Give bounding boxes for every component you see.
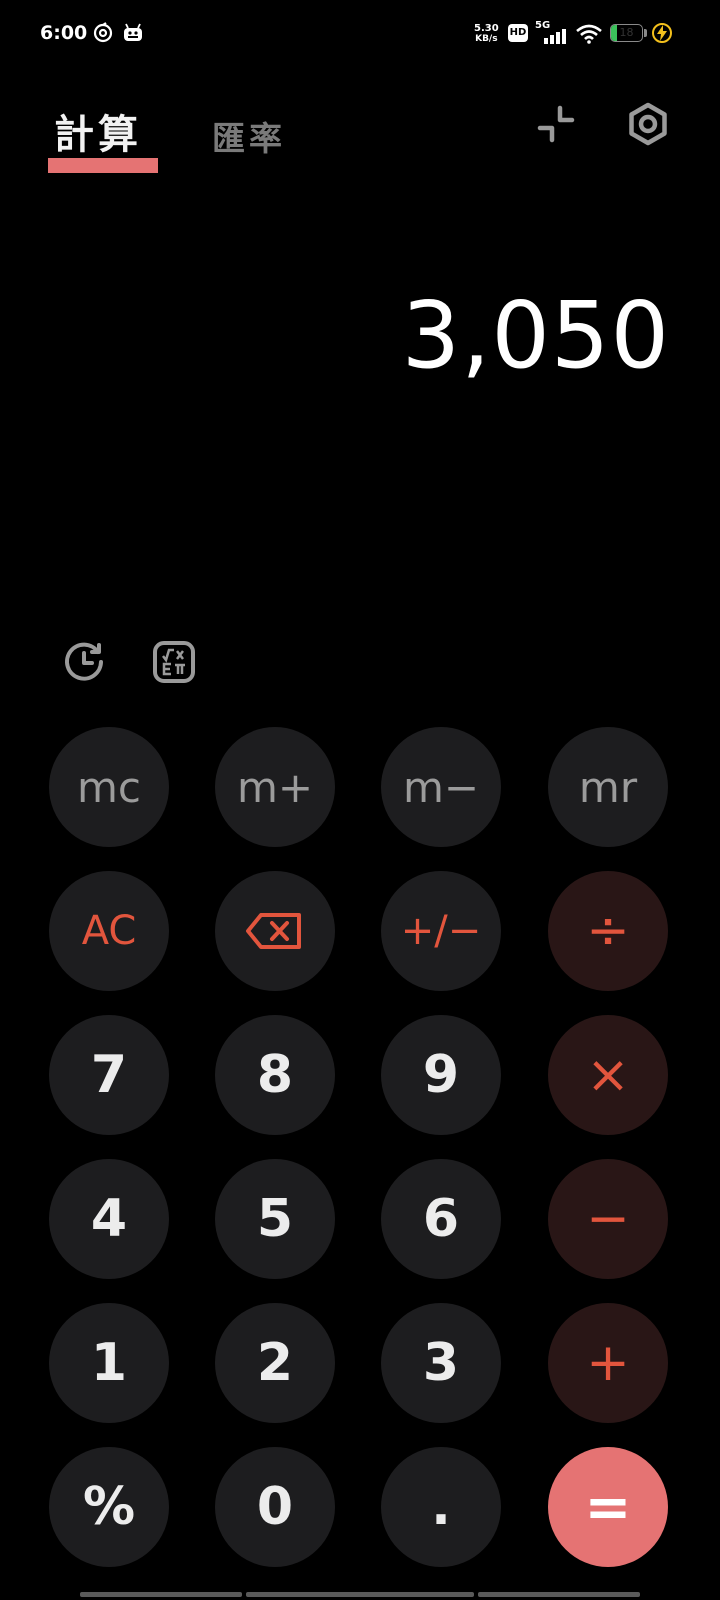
digit-1-button[interactable]: 1 bbox=[49, 1303, 169, 1423]
digit-9-button[interactable]: 9 bbox=[381, 1015, 501, 1135]
battery-level: 18 bbox=[619, 26, 634, 39]
digit-7-button[interactable]: 7 bbox=[49, 1015, 169, 1135]
android-icon bbox=[124, 23, 142, 41]
history-icon[interactable] bbox=[62, 640, 106, 684]
battery-icon: 18 bbox=[610, 24, 643, 42]
home-indicator bbox=[478, 1592, 640, 1597]
active-tab-indicator bbox=[48, 158, 158, 173]
digit-0-button[interactable]: 0 bbox=[215, 1447, 335, 1567]
network-speed-value: 5.30 bbox=[474, 23, 499, 34]
plus-button[interactable]: + bbox=[548, 1303, 668, 1423]
hotspot-icon bbox=[93, 22, 113, 43]
home-indicator bbox=[80, 1592, 242, 1597]
all-clear-button[interactable]: AC bbox=[49, 871, 169, 991]
m-minus-button[interactable]: m− bbox=[381, 727, 501, 847]
home-indicator bbox=[246, 1592, 474, 1597]
result-display: 3,050 bbox=[401, 282, 670, 389]
minus-button[interactable]: − bbox=[548, 1159, 668, 1279]
plus-minus-button[interactable]: +/− bbox=[381, 871, 501, 991]
divide-button[interactable]: ÷ bbox=[548, 871, 668, 991]
multiply-button[interactable]: × bbox=[548, 1015, 668, 1135]
signal-icon bbox=[544, 29, 566, 44]
charging-icon bbox=[652, 23, 672, 43]
backspace-icon bbox=[246, 913, 301, 949]
digit-5-button[interactable]: 5 bbox=[215, 1159, 335, 1279]
digit-6-button[interactable]: 6 bbox=[381, 1159, 501, 1279]
mc-button[interactable]: mc bbox=[49, 727, 169, 847]
decimal-button[interactable]: . bbox=[381, 1447, 501, 1567]
network-speed: 5.30 KB/s bbox=[474, 23, 499, 45]
mr-button[interactable]: mr bbox=[548, 727, 668, 847]
digit-4-button[interactable]: 4 bbox=[49, 1159, 169, 1279]
digit-8-button[interactable]: 8 bbox=[215, 1015, 335, 1135]
digit-3-button[interactable]: 3 bbox=[381, 1303, 501, 1423]
percent-button[interactable]: % bbox=[49, 1447, 169, 1567]
m-plus-button[interactable]: m+ bbox=[215, 727, 335, 847]
hd-badge: HD bbox=[508, 24, 528, 42]
scientific-icon[interactable] bbox=[152, 640, 196, 684]
status-bar: 6:00 5.30 KB/s HD 5G 18 bbox=[0, 0, 720, 70]
settings-icon[interactable] bbox=[626, 102, 670, 146]
tab-calculate[interactable]: 計算 bbox=[54, 102, 142, 160]
wifi-icon bbox=[576, 24, 602, 44]
battery-tip bbox=[644, 29, 647, 37]
status-time: 6:00 bbox=[40, 22, 88, 44]
equals-button[interactable]: = bbox=[548, 1447, 668, 1567]
digit-2-button[interactable]: 2 bbox=[215, 1303, 335, 1423]
network-speed-unit: KB/s bbox=[475, 34, 498, 44]
collapse-icon[interactable] bbox=[536, 104, 576, 144]
tab-exchange-rate[interactable]: 匯率 bbox=[212, 112, 286, 160]
backspace-button[interactable] bbox=[215, 871, 335, 991]
